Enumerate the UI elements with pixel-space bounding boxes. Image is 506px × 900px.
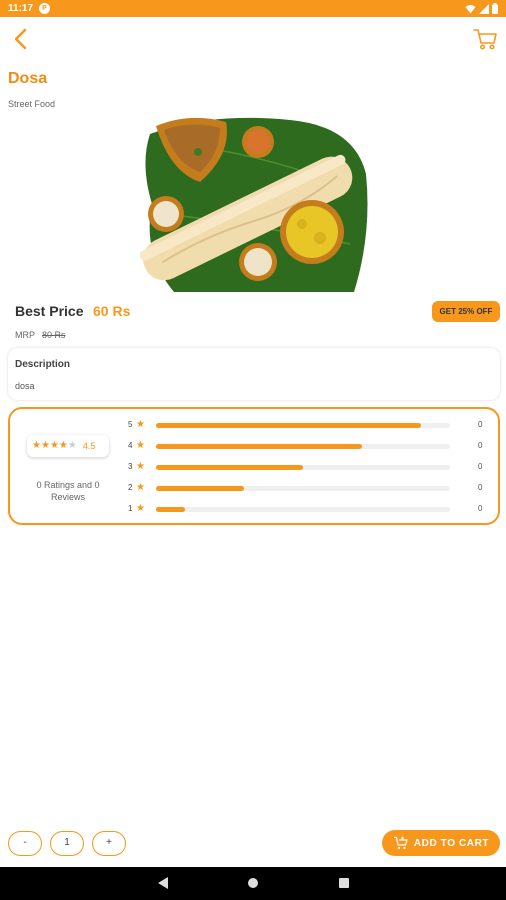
description-heading: Description	[15, 359, 71, 370]
star-icon: ★	[136, 482, 145, 493]
average-rating-pill: ★ ★ ★ ★ ★ 4.5	[27, 435, 109, 457]
rating-row-stars: 5	[128, 420, 133, 429]
status-bar: 11:17 P	[0, 0, 506, 17]
rating-bar-track	[156, 507, 450, 512]
star-icon: ★	[32, 440, 41, 451]
nav-back-icon[interactable]	[158, 877, 168, 889]
best-price-value: 60 Rs	[93, 303, 131, 319]
cart-icon	[473, 29, 497, 50]
status-time: 11:17	[8, 3, 34, 14]
status-icons	[465, 2, 498, 15]
mrp-value: 80 Rs	[42, 330, 66, 340]
star-icon: ★	[136, 503, 145, 514]
star-icon: ★	[136, 461, 145, 472]
average-rating-value: 4.5	[82, 441, 96, 451]
rating-row-2: 2 ★ 0	[126, 482, 488, 494]
system-nav-bar	[0, 867, 506, 900]
product-title: Dosa	[8, 70, 48, 87]
rating-bar-track	[156, 486, 450, 491]
quantity-value: 1	[50, 831, 84, 856]
rating-bar-fill	[156, 423, 421, 428]
best-price-label: Best Price	[15, 303, 84, 319]
back-button[interactable]	[10, 27, 34, 51]
description-text: dosa	[15, 381, 35, 391]
discount-badge: GET 25% OFF	[432, 301, 500, 322]
cart-add-icon	[393, 836, 408, 850]
star-icon: ★	[58, 440, 68, 451]
star-icon: ★	[49, 440, 59, 451]
rating-row-count: 0	[478, 504, 483, 513]
mrp-label: MRP	[15, 330, 35, 340]
description-card: Description dosa	[8, 348, 500, 400]
rating-bar-track	[156, 423, 450, 428]
nav-recent-apps-icon[interactable]	[339, 878, 349, 888]
rating-row-5: 5 ★ 0	[126, 419, 488, 431]
rating-bar-fill	[156, 444, 362, 449]
increment-button[interactable]: +	[92, 831, 126, 856]
rating-row-stars: 2	[128, 483, 133, 492]
star-empty-icon: ★	[67, 440, 77, 451]
rating-bar-fill	[156, 507, 186, 512]
decrement-button[interactable]: -	[8, 831, 42, 856]
ratings-summary: 0 Ratings and 0 Reviews	[36, 480, 100, 502]
rating-bar-track	[156, 465, 450, 470]
star-icon: ★	[136, 419, 145, 430]
battery-icon	[492, 3, 498, 14]
nav-home-icon[interactable]	[248, 878, 258, 888]
rating-bar-track	[156, 444, 450, 449]
add-to-cart-button[interactable]: ADD TO CART	[382, 830, 500, 856]
wifi-icon	[465, 4, 476, 13]
notification-badge-icon: P	[39, 3, 50, 14]
rating-row-count: 0	[478, 483, 483, 492]
rating-row-4: 4 ★ 0	[126, 440, 488, 452]
add-to-cart-label: ADD TO CART	[413, 837, 490, 849]
chevron-left-icon	[14, 28, 27, 50]
star-icon: ★	[40, 440, 50, 451]
rating-bar-fill	[156, 486, 245, 491]
rating-bar-fill	[156, 465, 303, 470]
rating-row-1: 1 ★ 0	[126, 503, 488, 515]
ratings-card: ★ ★ ★ ★ ★ 4.5 0 Ratings and 0 Reviews 5 …	[8, 407, 500, 525]
rating-row-count: 0	[478, 441, 483, 450]
rating-row-count: 0	[478, 420, 483, 429]
rating-row-3: 3 ★ 0	[126, 461, 488, 473]
rating-row-stars: 4	[128, 441, 133, 450]
product-image	[140, 114, 368, 294]
rating-row-stars: 1	[128, 504, 133, 513]
star-icon: ★	[136, 440, 145, 451]
cart-button[interactable]	[472, 26, 498, 52]
signal-icon	[479, 3, 489, 14]
product-category: Street Food	[8, 99, 56, 109]
rating-row-stars: 3	[128, 462, 133, 471]
rating-row-count: 0	[478, 462, 483, 471]
